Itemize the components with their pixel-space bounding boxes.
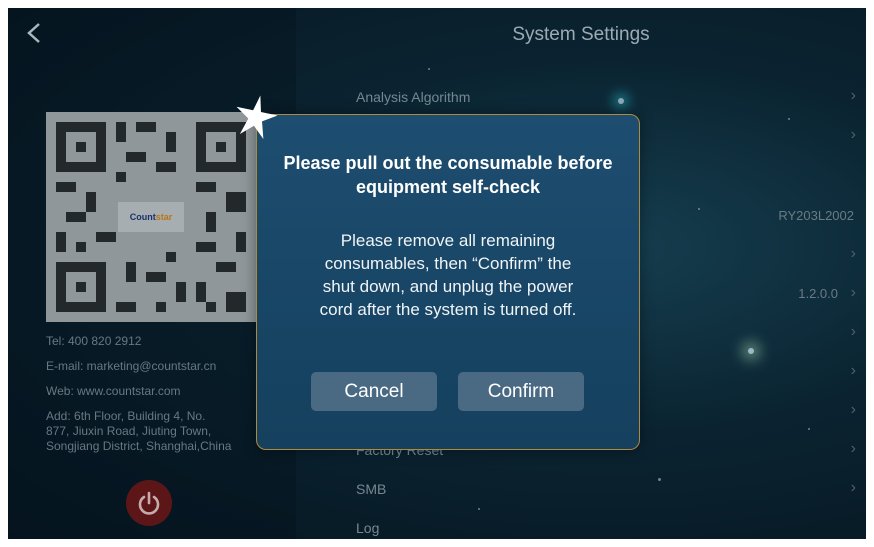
self-check-dialog: Please pull out the consumable before eq… bbox=[256, 114, 640, 450]
settings-screen: System Settings Count star Tel: 400 820 … bbox=[8, 8, 866, 539]
dialog-message: Please remove all remaining consumables,… bbox=[319, 231, 577, 319]
dialog-title: Please pull out the consumable before eq… bbox=[283, 153, 613, 197]
cancel-button[interactable]: Cancel bbox=[311, 372, 437, 411]
star-icon bbox=[236, 95, 278, 139]
confirm-button[interactable]: Confirm bbox=[458, 372, 584, 411]
